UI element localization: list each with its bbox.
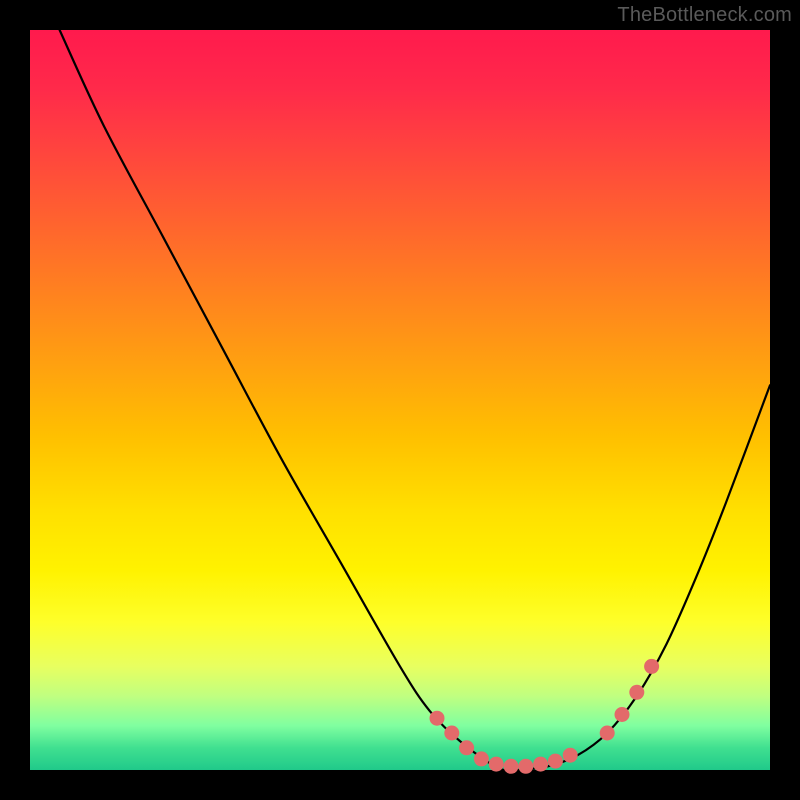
highlight-dot [518,759,533,774]
chart-svg [0,0,800,800]
highlight-dot [430,711,445,726]
watermark-text: TheBottleneck.com [617,4,792,27]
highlight-dot [533,757,548,772]
highlight-dot [600,726,615,741]
highlight-dot [644,659,659,674]
highlight-dot [504,759,519,774]
highlight-dot [629,685,644,700]
highlight-dot [459,740,474,755]
highlight-dot [489,757,504,772]
highlight-dot [615,707,630,722]
highlight-dot [444,726,459,741]
highlight-dots-group [430,659,660,774]
highlight-dot [548,754,563,769]
highlight-dot [474,751,489,766]
bottleneck-curve-line [60,30,770,771]
highlight-dot [563,748,578,763]
